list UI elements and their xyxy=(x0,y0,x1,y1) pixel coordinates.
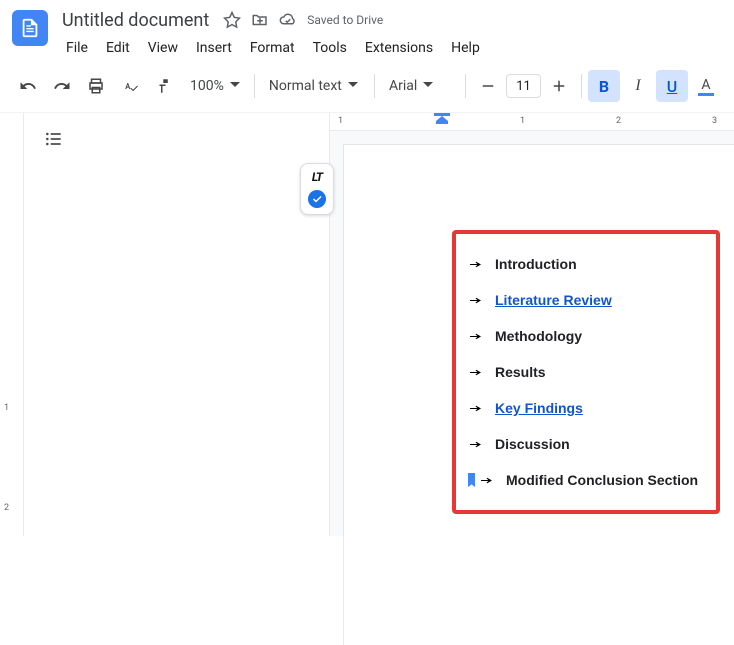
italic-button[interactable]: I xyxy=(622,70,654,102)
print-button[interactable] xyxy=(80,70,112,102)
lt-icon: LT xyxy=(312,170,322,184)
saved-status: Saved to Drive xyxy=(307,13,383,27)
list-item[interactable]: Introduction xyxy=(466,246,706,282)
ruler-mark: 2 xyxy=(4,503,9,513)
list-item[interactable]: Results xyxy=(466,354,706,390)
list-item-text[interactable]: Literature Review xyxy=(495,292,612,308)
menu-bar: FileEditViewInsertFormatToolsExtensionsH… xyxy=(58,36,722,60)
arrow-bullet-icon xyxy=(481,475,492,486)
arrow-bullet-icon xyxy=(470,439,481,450)
star-icon[interactable] xyxy=(223,11,241,29)
list-item-text: Introduction xyxy=(495,256,577,272)
arrow-bullet-icon xyxy=(470,295,481,306)
menu-insert[interactable]: Insert xyxy=(188,36,240,60)
menu-file[interactable]: File xyxy=(58,36,96,60)
style-value: Normal text xyxy=(269,78,342,94)
list-item-text: Discussion xyxy=(495,436,570,452)
list-item[interactable]: Literature Review xyxy=(466,282,706,318)
arrow-bullet-icon xyxy=(470,331,481,342)
ruler-mark: 3 xyxy=(712,116,717,126)
arrow-bullet-icon xyxy=(470,367,481,378)
arrow-bullet-icon xyxy=(470,403,481,414)
font-size-decrease[interactable] xyxy=(472,70,504,102)
bookmark-icon xyxy=(466,473,477,487)
list-item-text: Modified Conclusion Section xyxy=(506,472,698,488)
menu-tools[interactable]: Tools xyxy=(305,36,355,60)
list-item[interactable]: Discussion xyxy=(466,426,706,462)
menu-extensions[interactable]: Extensions xyxy=(357,36,441,60)
list-item-text: Results xyxy=(495,364,546,380)
underline-button[interactable]: U xyxy=(656,70,688,102)
text-color-button[interactable]: A xyxy=(690,70,722,102)
spellcheck-button[interactable] xyxy=(114,70,146,102)
menu-format[interactable]: Format xyxy=(242,36,303,60)
docs-logo[interactable] xyxy=(12,10,48,46)
move-icon[interactable] xyxy=(251,11,269,29)
ruler-mark: 1 xyxy=(338,116,343,126)
bold-button[interactable]: B xyxy=(588,70,620,102)
paint-format-button[interactable] xyxy=(148,70,180,102)
font-dropdown[interactable]: Arial xyxy=(381,71,459,101)
arrow-bullet-icon xyxy=(470,259,481,270)
menu-help[interactable]: Help xyxy=(443,36,488,60)
horizontal-ruler: 1 1 2 3 xyxy=(330,113,734,131)
font-value: Arial xyxy=(389,78,417,94)
outline-panel xyxy=(24,113,330,536)
toolbar: 100% Normal text Arial 11 B I U A xyxy=(0,66,734,113)
list-item[interactable]: Methodology xyxy=(466,318,706,354)
font-size-increase[interactable] xyxy=(543,70,575,102)
zoom-dropdown[interactable]: 100% xyxy=(182,71,248,101)
document-area: 1 1 2 3 Introduction Literature Review Method… xyxy=(330,113,734,536)
ruler-mark: 2 xyxy=(616,116,621,126)
annotation-highlight: Introduction Literature Review Methodology… xyxy=(452,230,720,514)
document-title[interactable]: Untitled document xyxy=(58,10,213,31)
menu-edit[interactable]: Edit xyxy=(98,36,138,60)
list-item-text[interactable]: Key Findings xyxy=(495,400,583,416)
ruler-mark: 1 xyxy=(4,403,9,413)
document-page[interactable]: Introduction Literature Review Methodology… xyxy=(344,145,734,645)
font-size-input[interactable]: 11 xyxy=(506,74,541,98)
language-tool-badge[interactable]: LT xyxy=(300,163,334,215)
list-item[interactable]: Key Findings xyxy=(466,390,706,426)
chevron-down-icon xyxy=(348,78,358,94)
check-circle-icon xyxy=(308,190,326,208)
list-item[interactable]: Modified Conclusion Section xyxy=(466,462,706,498)
list-item-text: Methodology xyxy=(495,328,582,344)
chevron-down-icon xyxy=(423,78,433,94)
chevron-down-icon xyxy=(230,78,240,94)
zoom-value: 100% xyxy=(190,78,224,94)
menu-view[interactable]: View xyxy=(140,36,186,60)
indent-marker[interactable] xyxy=(432,113,452,132)
style-dropdown[interactable]: Normal text xyxy=(261,71,368,101)
vertical-ruler: 12 xyxy=(0,113,24,536)
cloud-saved-icon[interactable] xyxy=(279,11,297,29)
undo-button[interactable] xyxy=(12,70,44,102)
redo-button[interactable] xyxy=(46,70,78,102)
ruler-mark: 1 xyxy=(520,116,525,126)
outline-toggle-icon[interactable] xyxy=(44,129,313,153)
